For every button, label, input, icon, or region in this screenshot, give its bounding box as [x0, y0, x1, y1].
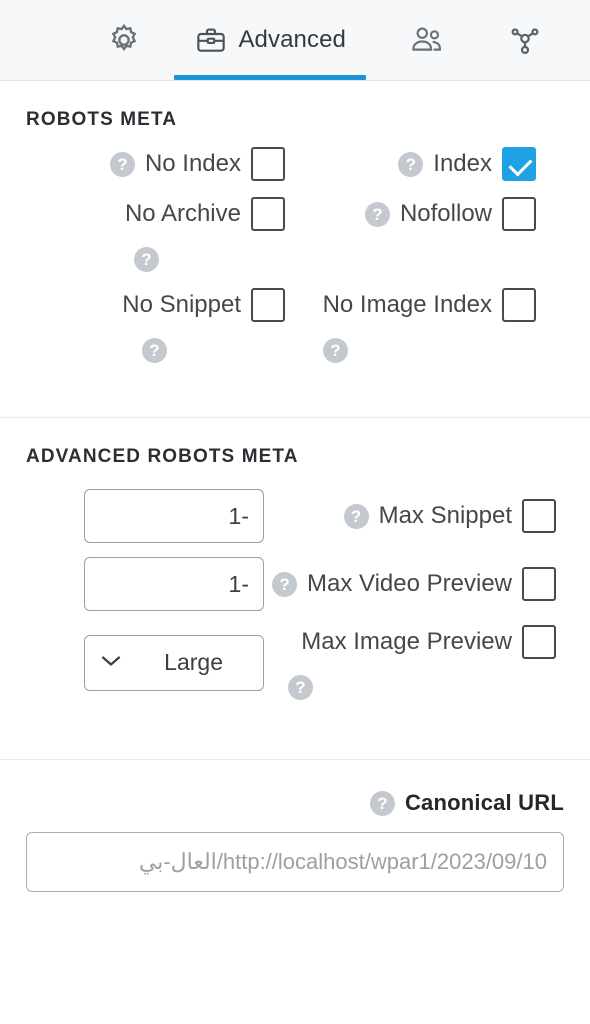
tab-advanced[interactable]: Advanced: [168, 0, 372, 80]
share-network-icon: [508, 23, 542, 57]
no-archive-help-icon[interactable]: ?: [134, 247, 159, 272]
no-snippet-label: No Snippet: [122, 290, 241, 318]
row-max-image-preview: Max Image Preview ? Large: [26, 618, 564, 707]
no-index-help-icon[interactable]: ?: [109, 151, 135, 177]
no-archive-checkbox[interactable]: [251, 197, 285, 231]
no-image-index-help-icon[interactable]: ?: [323, 338, 348, 363]
max-image-preview-label: Max Image Preview: [301, 627, 512, 655]
canonical-url-header: ? Canonical URL: [26, 760, 564, 822]
briefcase-icon: [194, 24, 228, 56]
max-video-preview-help-icon[interactable]: ?: [272, 571, 298, 597]
canonical-url-help-icon[interactable]: ?: [369, 790, 395, 816]
no-snippet-checkbox[interactable]: [251, 288, 285, 322]
index-help-icon[interactable]: ?: [398, 151, 424, 177]
robots-meta-grid: Index ? No Index ? Nofollow ? No Archive…: [26, 135, 564, 367]
tab-bar: Advanced: [0, 0, 590, 81]
canonical-url-section: ? Canonical URL: [0, 760, 590, 892]
social-people-icon: [408, 23, 446, 57]
advanced-robots-meta-section: ADVANCED ROBOTS META Max Snippet ? Max V…: [0, 418, 590, 759]
tab-social[interactable]: [372, 0, 472, 80]
nofollow-checkbox[interactable]: [502, 197, 536, 231]
checkbox-row-no-snippet: No Snippet ?: [26, 276, 295, 367]
checkbox-row-no-image-index: No Image Index ?: [295, 276, 564, 367]
max-video-preview-checkbox[interactable]: [522, 567, 556, 601]
checkbox-row-nofollow: Nofollow ?: [295, 185, 564, 235]
no-image-index-checkbox[interactable]: [502, 288, 536, 322]
no-index-label: No Index: [144, 149, 241, 177]
max-snippet-help-icon[interactable]: ?: [343, 503, 369, 529]
checkbox-row-no-archive: No Archive ?: [26, 185, 295, 276]
tab-settings[interactable]: [70, 0, 168, 80]
no-index-checkbox[interactable]: [251, 147, 285, 181]
max-image-preview-select-value[interactable]: Large: [84, 634, 264, 691]
row-max-video-preview: Max Video Preview ?: [26, 550, 564, 618]
tab-share-network[interactable]: [472, 0, 568, 80]
robots-meta-title: ROBOTS META: [26, 109, 178, 130]
advanced-rows: Max Snippet ? Max Video Preview ?: [26, 472, 564, 707]
no-image-index-help-wrap: ?: [299, 332, 536, 363]
max-snippet-label: Max Snippet: [378, 501, 512, 529]
no-snippet-help-icon[interactable]: ?: [142, 338, 167, 363]
checkbox-row-index: Index ?: [295, 135, 564, 185]
max-video-preview-label: Max Video Preview: [307, 569, 512, 597]
tab-label: Advanced: [238, 26, 346, 53]
max-image-preview-help-icon[interactable]: ?: [288, 675, 313, 700]
index-checkbox[interactable]: [502, 147, 536, 181]
no-archive-help-wrap: ?: [30, 241, 285, 272]
checkbox-row-no-index: No Index ?: [26, 135, 295, 185]
no-image-index-label: No Image Index: [322, 290, 492, 318]
gear-icon: [106, 22, 142, 58]
max-video-preview-input[interactable]: [84, 557, 264, 611]
max-snippet-checkbox[interactable]: [522, 499, 556, 533]
advanced-seo-panel: Advanced ROBOTS META Index ? No Index ? …: [0, 0, 590, 1024]
index-label: Index: [433, 149, 492, 177]
max-image-preview-select[interactable]: Large: [84, 634, 264, 691]
no-snippet-help-wrap: ?: [30, 332, 285, 363]
row-max-snippet: Max Snippet ?: [26, 482, 564, 550]
advanced-robots-meta-title: ADVANCED ROBOTS META: [26, 446, 299, 467]
nofollow-label: Nofollow: [399, 199, 492, 227]
no-archive-label: No Archive: [124, 199, 241, 227]
robots-meta-section: ROBOTS META Index ? No Index ? Nofollow …: [0, 81, 590, 417]
max-image-preview-checkbox[interactable]: [522, 625, 556, 659]
canonical-url-title: Canonical URL: [404, 790, 564, 815]
max-snippet-input[interactable]: [84, 489, 264, 543]
nofollow-help-icon[interactable]: ?: [364, 201, 390, 227]
max-image-preview-help-wrap: ?: [264, 669, 556, 700]
canonical-url-input[interactable]: [26, 832, 564, 892]
